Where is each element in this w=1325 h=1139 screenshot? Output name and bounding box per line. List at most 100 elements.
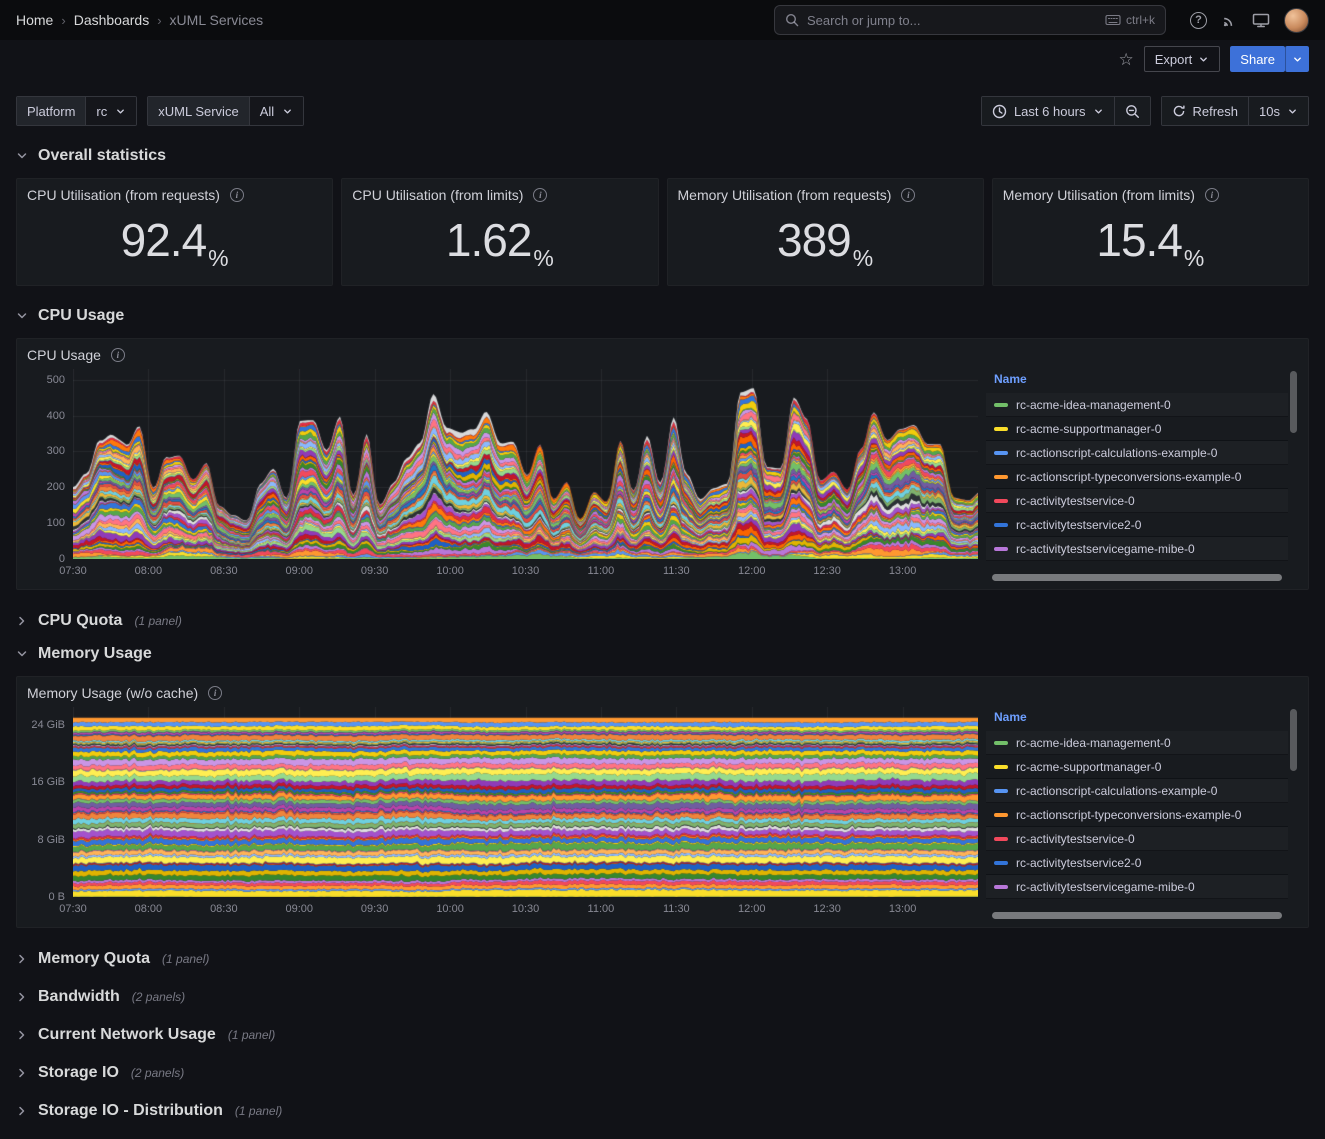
- y-axis-label: 0: [59, 553, 65, 565]
- legend-name-header[interactable]: Name: [986, 707, 1288, 731]
- favorite-button[interactable]: ☆: [1118, 51, 1133, 68]
- stats-row: CPU Utilisation (from requests)i 92.4% C…: [16, 178, 1309, 286]
- section-header-current-network-usage[interactable]: Current Network Usage (1 panel): [16, 1016, 1309, 1054]
- x-axis-label: 12:00: [738, 903, 766, 915]
- info-icon[interactable]: i: [230, 188, 244, 202]
- legend-item[interactable]: rc-activitytestservicegame-mibe-0: [986, 875, 1288, 899]
- xuml-service-variable: xUML Service All: [147, 96, 304, 126]
- legend-color-marker: [994, 427, 1008, 431]
- legend-item-label: rc-acme-supportmanager-0: [1016, 760, 1161, 774]
- legend-item[interactable]: rc-activitytestservice2-0: [986, 513, 1288, 537]
- legend-item[interactable]: rc-actionscript-calculations-example-0: [986, 441, 1288, 465]
- legend-item[interactable]: rc-acme-supportmanager-0: [986, 417, 1288, 441]
- stat-value: 1.62%: [352, 203, 647, 277]
- kiosk-mode-button[interactable]: [1252, 12, 1270, 29]
- section-header-memory-usage[interactable]: Memory Usage: [16, 640, 1309, 668]
- legend-color-marker: [994, 741, 1008, 745]
- legend-item-label: rc-acme-idea-management-0: [1016, 398, 1171, 412]
- legend-horizontal-scrollbar[interactable]: [992, 912, 1282, 919]
- help-button[interactable]: ?: [1190, 12, 1207, 29]
- legend-item-label: rc-actionscript-calculations-example-0: [1016, 784, 1217, 798]
- refresh-button[interactable]: Refresh: [1162, 97, 1249, 125]
- section-header-cpu-quota[interactable]: CPU Quota (1 panel): [16, 602, 1309, 640]
- section-header-memory-quota[interactable]: Memory Quota (1 panel): [16, 940, 1309, 978]
- y-axis-label: 24 GiB: [31, 719, 65, 731]
- user-avatar[interactable]: [1284, 8, 1309, 33]
- panel-count: (2 panels): [132, 990, 185, 1004]
- legend-vertical-scrollbar[interactable]: [1290, 709, 1297, 771]
- news-button[interactable]: [1221, 12, 1238, 29]
- info-icon[interactable]: i: [901, 188, 915, 202]
- stat-panel-memory-requests: Memory Utilisation (from requests)i 389%: [667, 178, 984, 286]
- legend-vertical-scrollbar[interactable]: [1290, 371, 1297, 433]
- legend-item[interactable]: rc-activitytestservice2-0: [986, 851, 1288, 875]
- legend-name-header[interactable]: Name: [986, 369, 1288, 393]
- legend-horizontal-scrollbar[interactable]: [992, 574, 1282, 581]
- cpu-x-axis: 07:3008:0008:3009:0009:3010:0010:3011:00…: [73, 559, 978, 581]
- chevron-down-icon: [115, 106, 126, 117]
- legend-item-label: rc-acme-supportmanager-0: [1016, 422, 1161, 436]
- info-icon[interactable]: i: [533, 188, 547, 202]
- legend-item-label: rc-activitytestservicegame-mibe-0: [1016, 880, 1195, 894]
- x-axis-label: 07:30: [59, 903, 87, 915]
- info-icon[interactable]: i: [111, 348, 125, 362]
- y-axis-label: 0 B: [48, 891, 65, 903]
- chevron-right-icon: [16, 1067, 28, 1079]
- legend-item[interactable]: rc-actionscript-calculations-example-0: [986, 779, 1288, 803]
- legend-item[interactable]: rc-acme-idea-management-0: [986, 731, 1288, 755]
- breadcrumb-item-dashboards[interactable]: Dashboards: [74, 12, 150, 28]
- legend-item[interactable]: rc-actionscript-typeconversions-example-…: [986, 465, 1288, 489]
- clock-icon: [992, 104, 1007, 119]
- section-header-bandwidth[interactable]: Bandwidth (2 panels): [16, 978, 1309, 1016]
- zoom-out-button[interactable]: [1114, 97, 1150, 125]
- time-range-button[interactable]: Last 6 hours: [982, 97, 1114, 125]
- section-header-overall-statistics[interactable]: Overall statistics: [16, 142, 1309, 170]
- chevron-down-icon: [16, 310, 28, 322]
- panel-count: (1 panel): [228, 1028, 275, 1042]
- memory-usage-chart-canvas[interactable]: [73, 707, 978, 897]
- refresh-group: Refresh 10s: [1161, 96, 1310, 126]
- legend-color-marker: [994, 499, 1008, 503]
- legend-item[interactable]: rc-actionscript-typeconversions-example-…: [986, 803, 1288, 827]
- x-axis-label: 09:30: [361, 903, 389, 915]
- legend-item[interactable]: rc-acme-supportmanager-0: [986, 755, 1288, 779]
- section-header-storage-io-distribution[interactable]: Storage IO - Distribution (1 panel): [16, 1092, 1309, 1130]
- monitor-icon: [1252, 12, 1270, 29]
- xuml-service-variable-value[interactable]: All: [249, 97, 303, 125]
- panel-count: (1 panel): [235, 1104, 282, 1118]
- chevron-down-icon: [282, 106, 293, 117]
- legend-item[interactable]: rc-activitytestservicegame-mibe-0: [986, 537, 1288, 561]
- stat-panel-memory-limits: Memory Utilisation (from limits)i 15.4%: [992, 178, 1309, 286]
- panel-count: (2 panels): [131, 1066, 184, 1080]
- legend-item[interactable]: rc-acme-idea-management-0: [986, 393, 1288, 417]
- nav-icons: ?: [1190, 8, 1309, 33]
- share-caret-button[interactable]: [1285, 46, 1309, 72]
- export-button[interactable]: Export: [1144, 46, 1221, 72]
- breadcrumb-separator: ›: [157, 13, 161, 28]
- y-axis-label: 8 GiB: [37, 834, 65, 846]
- legend-item[interactable]: rc-activitytestservice-0: [986, 827, 1288, 851]
- legend-item[interactable]: rc-activitytestservice-0: [986, 489, 1288, 513]
- search-box[interactable]: ctrl+k: [774, 5, 1166, 35]
- filter-row: Platform rc xUML Service All Last 6 hour…: [16, 96, 1309, 126]
- legend-color-marker: [994, 789, 1008, 793]
- x-axis-label: 09:30: [361, 565, 389, 577]
- refresh-interval-button[interactable]: 10s: [1248, 97, 1308, 125]
- x-axis-label: 10:00: [436, 903, 464, 915]
- legend-item-label: rc-actionscript-typeconversions-example-…: [1016, 470, 1241, 484]
- memory-y-axis: 0 B8 GiB16 GiB24 GiB: [27, 707, 73, 897]
- search-input[interactable]: [807, 13, 1097, 28]
- section-header-cpu-usage[interactable]: CPU Usage: [16, 302, 1309, 330]
- y-axis-label: 200: [47, 481, 65, 493]
- breadcrumb-item-home[interactable]: Home: [16, 12, 53, 28]
- cpu-usage-chart-canvas[interactable]: [73, 369, 978, 559]
- x-axis-label: 08:00: [135, 903, 163, 915]
- help-icon: ?: [1190, 12, 1207, 29]
- platform-variable-value[interactable]: rc: [85, 97, 136, 125]
- legend-item-label: rc-actionscript-calculations-example-0: [1016, 446, 1217, 460]
- share-button[interactable]: Share: [1230, 46, 1285, 72]
- section-header-storage-io[interactable]: Storage IO (2 panels): [16, 1054, 1309, 1092]
- cpu-usage-chart: 0100200300400500 07:3008:0008:3009:0009:…: [27, 369, 978, 581]
- info-icon[interactable]: i: [208, 686, 222, 700]
- info-icon[interactable]: i: [1205, 188, 1219, 202]
